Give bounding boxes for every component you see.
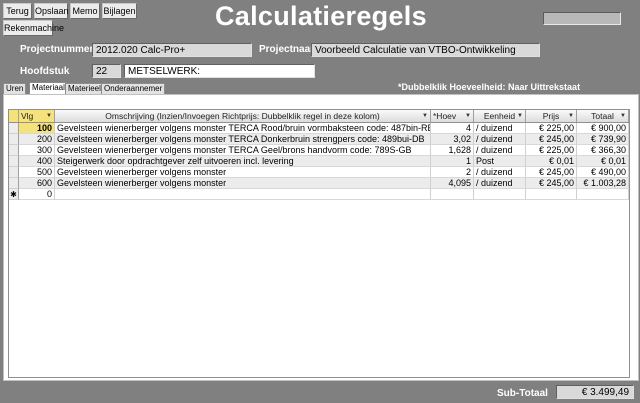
col-header-prijs[interactable]: Prijs ▼ bbox=[526, 110, 577, 122]
calculatie-grid: Vlg ▼ Omschrijving (Inzien/Invoegen Richt… bbox=[8, 109, 630, 378]
cell-totaal[interactable]: € 900,00 bbox=[577, 123, 629, 134]
opslaan-button[interactable]: Opslaan bbox=[34, 3, 69, 19]
table-row[interactable]: 200 Gevelsteen wienerberger volgens monst… bbox=[9, 134, 629, 145]
new-row[interactable]: ✱ 0 bbox=[9, 189, 629, 200]
col-header-vlg-label: Vlg bbox=[21, 111, 34, 121]
cell-totaal[interactable]: € 0,01 bbox=[577, 156, 629, 167]
sort-icon[interactable]: ▼ bbox=[422, 110, 428, 122]
cell-hoev[interactable]: 2 bbox=[431, 167, 474, 178]
bijlagen-button[interactable]: Bijlagen bbox=[102, 3, 137, 19]
row-selector[interactable] bbox=[9, 167, 19, 178]
col-header-vlg[interactable]: Vlg ▼ bbox=[19, 110, 55, 122]
top-right-field bbox=[543, 12, 621, 25]
sort-icon[interactable]: ▼ bbox=[620, 110, 626, 122]
select-all-cell[interactable] bbox=[9, 110, 19, 122]
cell-omschrijving[interactable]: Gevelsteen wienerberger volgens monster … bbox=[55, 145, 431, 156]
col-header-hoev[interactable]: *Hoev ▼ bbox=[431, 110, 474, 122]
cell-hoev[interactable]: 1 bbox=[431, 156, 474, 167]
cell-omschrijving[interactable]: Steigerwerk door opdrachtgever zelf uitv… bbox=[55, 156, 431, 167]
col-header-omschrijving-label: Omschrijving (Inzien/Invoegen Richtprijs… bbox=[105, 111, 380, 121]
new-row-prijs[interactable] bbox=[526, 189, 577, 200]
cell-totaal[interactable]: € 1.003,28 bbox=[577, 178, 629, 189]
materiaal-panel: Vlg ▼ Omschrijving (Inzien/Invoegen Richt… bbox=[3, 94, 639, 381]
projectnummer-field[interactable]: 2012.020 Calc-Pro+ bbox=[92, 43, 252, 57]
col-header-omschrijving[interactable]: Omschrijving (Inzien/Invoegen Richtprijs… bbox=[55, 110, 431, 122]
col-header-prijs-label: Prijs bbox=[542, 111, 560, 121]
row-selector[interactable] bbox=[9, 145, 19, 156]
cell-omschrijving[interactable]: Gevelsteen wienerberger volgens monster … bbox=[55, 123, 431, 134]
hoofdstuk-label: Hoofdstuk bbox=[20, 66, 70, 77]
table-row[interactable]: 600 Gevelsteen wienerberger volgens monst… bbox=[9, 178, 629, 189]
cell-vlg[interactable]: 600 bbox=[19, 178, 55, 189]
table-row[interactable]: 400 Steigerwerk door opdrachtgever zelf u… bbox=[9, 156, 629, 167]
cell-prijs[interactable]: € 245,00 bbox=[526, 134, 577, 145]
cell-eenheid[interactable]: Post bbox=[474, 156, 526, 167]
row-selector[interactable] bbox=[9, 123, 19, 134]
cell-eenheid[interactable]: / duizend bbox=[474, 178, 526, 189]
cell-vlg[interactable]: 100 bbox=[19, 123, 55, 134]
new-row-hoev[interactable] bbox=[431, 189, 474, 200]
dubbelklik-note: *Dubbelklik Hoeveelheid: Naar Uittreksta… bbox=[398, 82, 581, 92]
cell-eenheid[interactable]: / duizend bbox=[474, 134, 526, 145]
tab-materieel[interactable]: Materieel bbox=[65, 83, 104, 94]
terug-button[interactable]: Terug bbox=[3, 3, 32, 19]
row-selector[interactable] bbox=[9, 178, 19, 189]
memo-button[interactable]: Memo bbox=[70, 3, 100, 19]
sort-icon[interactable]: ▼ bbox=[46, 110, 52, 122]
cell-totaal[interactable]: € 366,30 bbox=[577, 145, 629, 156]
projectnaam-field[interactable]: Voorbeeld Calculatie van VTBO-Ontwikkeli… bbox=[311, 43, 540, 57]
new-row-omschrijving[interactable] bbox=[55, 189, 431, 200]
cell-vlg[interactable]: 200 bbox=[19, 134, 55, 145]
grid-header: Vlg ▼ Omschrijving (Inzien/Invoegen Richt… bbox=[9, 110, 629, 123]
table-row[interactable]: 500 Gevelsteen wienerberger volgens monst… bbox=[9, 167, 629, 178]
sort-icon[interactable]: ▼ bbox=[568, 110, 574, 122]
tab-onderaannemer[interactable]: Onderaannemer bbox=[101, 83, 166, 94]
cell-omschrijving[interactable]: Gevelsteen wienerberger volgens monster … bbox=[55, 134, 431, 145]
cell-hoev[interactable]: 1,628 bbox=[431, 145, 474, 156]
cell-vlg[interactable]: 300 bbox=[19, 145, 55, 156]
new-row-eenheid[interactable] bbox=[474, 189, 526, 200]
cell-omschrijving[interactable]: Gevelsteen wienerberger volgens monster bbox=[55, 167, 431, 178]
cell-prijs[interactable]: € 245,00 bbox=[526, 167, 577, 178]
cell-totaal[interactable]: € 490,00 bbox=[577, 167, 629, 178]
cell-prijs[interactable]: € 225,00 bbox=[526, 145, 577, 156]
new-row-asterisk-icon: ✱ bbox=[9, 189, 19, 200]
projectnummer-label: Projectnummer bbox=[20, 44, 94, 55]
cell-hoev[interactable]: 3,02 bbox=[431, 134, 474, 145]
cell-vlg[interactable]: 500 bbox=[19, 167, 55, 178]
col-header-hoev-label: *Hoev bbox=[433, 111, 457, 121]
col-header-eenheid[interactable]: Eenheid ▼ bbox=[474, 110, 526, 122]
cell-vlg[interactable]: 400 bbox=[19, 156, 55, 167]
cell-prijs[interactable]: € 245,00 bbox=[526, 178, 577, 189]
cell-hoev[interactable]: 4,095 bbox=[431, 178, 474, 189]
new-row-vlg[interactable]: 0 bbox=[19, 189, 55, 200]
col-header-eenheid-label: Eenheid bbox=[483, 111, 516, 121]
table-row[interactable]: 100 Gevelsteen wienerberger volgens monst… bbox=[9, 123, 629, 134]
sort-icon[interactable]: ▼ bbox=[517, 110, 523, 122]
col-header-totaal[interactable]: Totaal ▼ bbox=[577, 110, 629, 122]
sort-icon[interactable]: ▼ bbox=[465, 110, 471, 122]
cell-totaal[interactable]: € 739,90 bbox=[577, 134, 629, 145]
rekenmachine-button[interactable]: Rekenmachine bbox=[3, 20, 64, 36]
row-selector[interactable] bbox=[9, 156, 19, 167]
hoofdstuk-number-field[interactable]: 22 bbox=[92, 64, 121, 78]
cell-hoev[interactable]: 4 bbox=[431, 123, 474, 134]
cell-eenheid[interactable]: / duizend bbox=[474, 123, 526, 134]
cell-prijs[interactable]: € 0,01 bbox=[526, 156, 577, 167]
subtotaal-field: € 3.499,49 bbox=[556, 385, 634, 399]
col-header-totaal-label: Totaal bbox=[591, 111, 614, 121]
cell-omschrijving[interactable]: Gevelsteen wienerberger volgens monster bbox=[55, 178, 431, 189]
subtotaal-label: Sub-Totaal bbox=[497, 388, 548, 399]
cell-prijs[interactable]: € 225,00 bbox=[526, 123, 577, 134]
tab-materiaal[interactable]: Materiaal bbox=[29, 82, 68, 94]
page-title: Calculatieregels bbox=[215, 1, 427, 31]
hoofdstuk-name-field[interactable]: METSELWERK: bbox=[124, 64, 315, 78]
tab-uren[interactable]: Uren bbox=[3, 83, 27, 94]
cell-eenheid[interactable]: / duizend bbox=[474, 167, 526, 178]
cell-eenheid[interactable]: / duizend bbox=[474, 145, 526, 156]
new-row-totaal[interactable] bbox=[577, 189, 629, 200]
table-row[interactable]: 300 Gevelsteen wienerberger volgens monst… bbox=[9, 145, 629, 156]
row-selector[interactable] bbox=[9, 134, 19, 145]
